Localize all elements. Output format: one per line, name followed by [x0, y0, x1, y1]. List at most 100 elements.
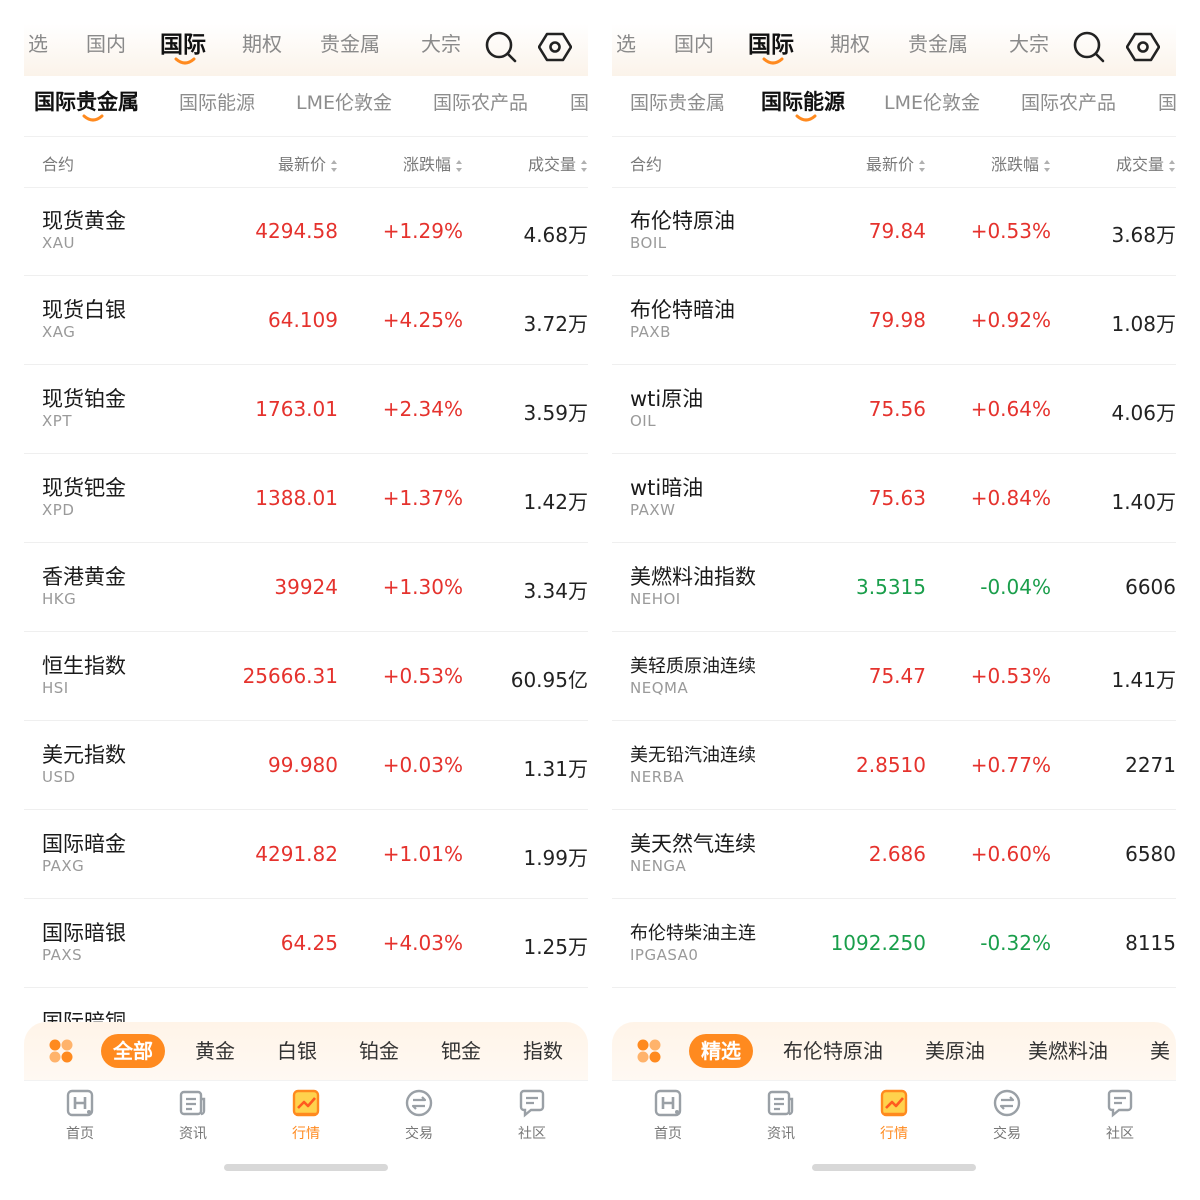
- tab-watchlist[interactable]: 选: [28, 28, 48, 57]
- chip-us-crude[interactable]: 美原油: [913, 1034, 997, 1068]
- subtab-intl-agriculture[interactable]: 国际农产品: [433, 88, 528, 115]
- category-grid-icon[interactable]: [48, 1038, 74, 1064]
- chip-platinum[interactable]: 铂金: [347, 1034, 411, 1068]
- col-volume[interactable]: 成交量: [1116, 151, 1176, 175]
- search-icon[interactable]: [484, 30, 518, 64]
- tab-watchlist[interactable]: 选: [616, 28, 636, 57]
- quote-list: 布伦特原油 BOIL 79.84 +0.53% 3.68万 布伦特暗油 PAXB 79.98 +…: [612, 187, 1176, 1022]
- tab-commodities[interactable]: 大宗: [1009, 28, 1049, 57]
- quote-row[interactable]: 现货黄金 XAU 4294.58 +1.29% 4.68万: [24, 187, 588, 276]
- tab-domestic[interactable]: 国内: [674, 28, 714, 57]
- volume: 1.41万: [1111, 668, 1176, 692]
- tab-precious-metals[interactable]: 贵金属: [320, 28, 380, 57]
- subtab-more[interactable]: 国: [1158, 88, 1176, 115]
- sort-icon: [581, 159, 587, 172]
- chip-gold[interactable]: 黄金: [183, 1034, 247, 1068]
- quote-row[interactable]: 布伦特原油 BOIL 79.84 +0.53% 3.68万: [612, 187, 1176, 276]
- contract-name: 恒生指数: [42, 654, 126, 678]
- col-change-pct[interactable]: 涨跌幅: [403, 151, 463, 175]
- bottom-tab-news[interactable]: 资讯: [736, 1087, 826, 1143]
- contract-name: wti原油: [630, 387, 704, 411]
- tab-precious-metals[interactable]: 贵金属: [908, 28, 968, 57]
- bottom-tab-label: 首页: [66, 1126, 94, 1142]
- contract-code: NEQMA: [630, 679, 689, 697]
- tab-options[interactable]: 期权: [830, 28, 870, 57]
- bottom-tab-trade[interactable]: 交易: [374, 1087, 464, 1143]
- tab-international[interactable]: 国际: [748, 25, 794, 59]
- quote-row[interactable]: 美轻质原油连续 NEQMA 75.47 +0.53% 1.41万: [612, 632, 1176, 721]
- col-volume-label: 成交量: [1115, 155, 1164, 174]
- chip-palladium[interactable]: 钯金: [429, 1034, 493, 1068]
- sort-icon: [1044, 159, 1050, 172]
- search-icon[interactable]: [1072, 30, 1106, 64]
- quote-row[interactable]: 美元指数 USD 99.980 +0.03% 1.31万: [24, 721, 588, 810]
- bottom-tab-news[interactable]: 资讯: [148, 1087, 238, 1143]
- subtab-intl-precious-metals[interactable]: 国际贵金属: [34, 86, 139, 116]
- settings-icon[interactable]: [1125, 30, 1161, 64]
- col-change-pct[interactable]: 涨跌幅: [991, 151, 1051, 175]
- quote-row[interactable]: 国际暗银 PAXS 64.25 +4.03% 1.25万: [24, 899, 588, 988]
- contract-name: 美轻质原油连续: [630, 656, 756, 677]
- subtab-lme-london-gold[interactable]: LME伦敦金: [884, 88, 980, 115]
- latest-price: 1092.250: [830, 931, 926, 955]
- tab-options[interactable]: 期权: [242, 28, 282, 57]
- category-grid-icon[interactable]: [636, 1038, 662, 1064]
- volume: 3.68万: [1111, 223, 1176, 247]
- home-icon: [35, 1087, 125, 1119]
- col-latest-price[interactable]: 最新价: [278, 151, 338, 175]
- home-indicator: [224, 1164, 388, 1171]
- quote-row[interactable]: 国际暗铜6.7650.00%6365: [24, 988, 588, 1022]
- chip-all[interactable]: 全部: [101, 1034, 165, 1068]
- settings-icon[interactable]: [537, 30, 573, 64]
- tab-domestic[interactable]: 国内: [86, 28, 126, 57]
- subtab-intl-energy[interactable]: 国际能源: [179, 88, 255, 115]
- quote-row[interactable]: 国际暗金 PAXG 4291.82 +1.01% 1.99万: [24, 810, 588, 899]
- contract-code: XPD: [42, 501, 75, 519]
- tab-international[interactable]: 国际: [160, 25, 206, 59]
- volume: 8115: [1125, 931, 1176, 955]
- quote-row[interactable]: 香港黄金 HKG 39924 +1.30% 3.34万: [24, 543, 588, 632]
- bottom-tab-market-chart[interactable]: 行情: [849, 1087, 939, 1143]
- quote-row[interactable]: 美天然气连续 NENGA 2.686 +0.60% 6580: [612, 810, 1176, 899]
- quote-row[interactable]: 现货钯金 XPD 1388.01 +1.37% 1.42万: [24, 454, 588, 543]
- quote-row[interactable]: 美无铅汽油连续 NERBA 2.8510 +0.77% 2271: [612, 721, 1176, 810]
- quote-row[interactable]: 恒生指数 HSI 25666.31 +0.53% 60.95亿: [24, 632, 588, 721]
- chip-us-fuel-oil[interactable]: 美燃料油: [1016, 1034, 1120, 1068]
- subtab-lme-london-gold[interactable]: LME伦敦金: [296, 88, 392, 115]
- quote-row[interactable]: wti原油 OIL 75.56 +0.64% 4.06万: [612, 365, 1176, 454]
- home-indicator: [812, 1164, 976, 1171]
- chip-more[interactable]: 美: [1138, 1034, 1176, 1068]
- subtab-intl-precious-metals[interactable]: 国际贵金属: [630, 88, 725, 115]
- quote-row[interactable]: 美燃料油指数 NEHOI 3.5315 -0.04% 6606: [612, 543, 1176, 632]
- bottom-tab-home[interactable]: 首页: [623, 1087, 713, 1143]
- tab-commodities[interactable]: 大宗: [421, 28, 461, 57]
- volume: 1.31万: [523, 757, 588, 781]
- bottom-tab-community[interactable]: 社区: [1075, 1087, 1165, 1143]
- contract-code: IPGASA0: [630, 946, 699, 964]
- market-chart-icon: [849, 1087, 939, 1119]
- bottom-tab-home[interactable]: 首页: [35, 1087, 125, 1143]
- bottom-tab-trade[interactable]: 交易: [962, 1087, 1052, 1143]
- quote-row[interactable]: wti暗油 PAXW 75.63 +0.84% 1.40万: [612, 454, 1176, 543]
- bottom-tab-market-chart[interactable]: 行情: [261, 1087, 351, 1143]
- quote-row[interactable]: 布伦特暗油 PAXB 79.98 +0.92% 1.08万: [612, 276, 1176, 365]
- latest-price: 75.63: [868, 486, 926, 510]
- bottom-tab-community[interactable]: 社区: [487, 1087, 577, 1143]
- subtab-intl-energy[interactable]: 国际能源: [761, 86, 845, 116]
- chip-silver[interactable]: 白银: [265, 1034, 329, 1068]
- subtab-intl-agriculture[interactable]: 国际农产品: [1021, 88, 1116, 115]
- change-percent: +4.03%: [382, 931, 463, 955]
- change-percent: -0.04%: [980, 575, 1051, 599]
- quote-row[interactable]: 现货铂金 XPT 1763.01 +2.34% 3.59万: [24, 365, 588, 454]
- chip-brent-crude[interactable]: 布伦特原油: [771, 1034, 895, 1068]
- col-volume[interactable]: 成交量: [528, 151, 588, 175]
- subtab-more[interactable]: 国: [570, 88, 588, 115]
- change-percent: +0.77%: [970, 753, 1051, 777]
- chip-index[interactable]: 指数: [511, 1034, 575, 1068]
- contract-code: USD: [42, 768, 76, 786]
- quote-row[interactable]: 布伦特柴油主连 IPGASA0 1092.250 -0.32% 8115: [612, 899, 1176, 988]
- quote-row[interactable]: 现货白银 XAG 64.109 +4.25% 3.72万: [24, 276, 588, 365]
- col-latest-price[interactable]: 最新价: [866, 151, 926, 175]
- chip-featured[interactable]: 精选: [689, 1034, 753, 1068]
- contract-code: NEHOI: [630, 590, 681, 608]
